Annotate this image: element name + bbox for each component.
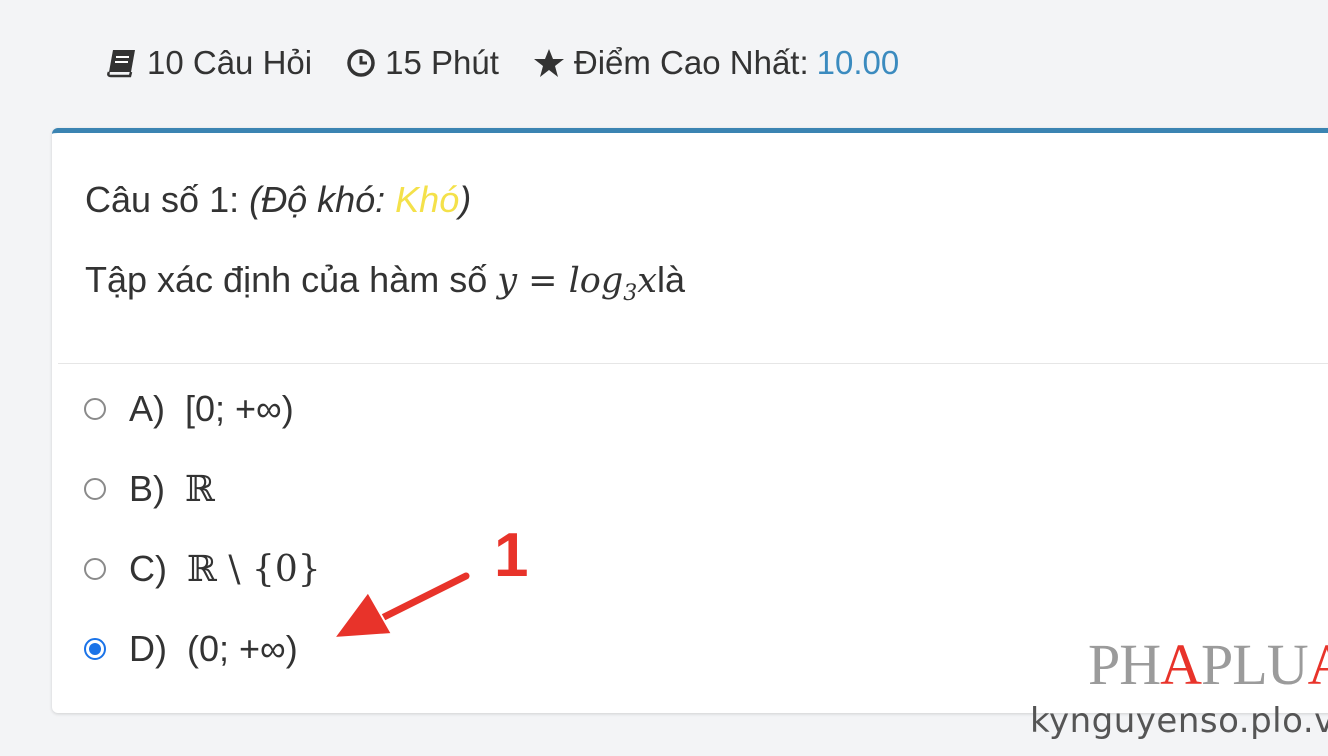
question-text-after: là (657, 259, 686, 300)
question-number: Câu số 1: (85, 179, 240, 220)
radio-d[interactable] (84, 638, 106, 660)
duration: 15 Phút (346, 44, 499, 82)
option-letter: A) (129, 388, 165, 429)
math-expression: y = log3x (497, 261, 658, 306)
best-score-label: Điểm Cao Nhất: (573, 44, 809, 81)
star-icon (533, 49, 564, 77)
question-text: Tập xác định của hàm số y = log3xlà (85, 259, 685, 306)
book-icon (107, 50, 135, 78)
option-d[interactable]: D) (0; +∞) (84, 628, 298, 670)
question-header: Câu số 1: (Độ khó: Khó) (85, 179, 471, 221)
option-a[interactable]: A) [0; +∞) (84, 388, 294, 430)
annotation-arrow-icon (331, 570, 472, 640)
radio-c[interactable] (84, 558, 106, 580)
question-count: 10 Câu Hỏi (106, 44, 312, 82)
difficulty-level: Khó (395, 179, 460, 220)
option-letter: C) (129, 548, 167, 589)
clock-icon (347, 49, 375, 77)
best-score: Điểm Cao Nhất: 10.00 (533, 44, 899, 82)
question-count-label: 10 Câu Hỏi (147, 44, 313, 81)
logo-text: PHAPLUAT (1088, 632, 1328, 697)
radio-a[interactable] (84, 398, 106, 420)
option-letter: B) (129, 468, 165, 509)
divider (58, 363, 1328, 364)
option-b[interactable]: B) ℝ (84, 468, 215, 510)
math-var: x (637, 261, 658, 301)
question-card: Câu số 1: (Độ khó: Khó) Tập xác định của… (52, 128, 1328, 713)
difficulty-prefix: (Độ khó: (249, 179, 396, 220)
option-value: ℝ (185, 468, 215, 510)
watermark-url: kynguyenso.plo.vn (1030, 701, 1328, 741)
option-letter: D) (129, 628, 167, 669)
option-value: (0; +∞) (187, 628, 298, 669)
math-subscript: 3 (623, 281, 638, 306)
radio-b[interactable] (84, 478, 106, 500)
quiz-stats-bar: 10 Câu Hỏi 15 Phút Điểm Cao Nhất: 10.00 (106, 40, 933, 86)
option-c[interactable]: C) ℝ \ {0} (84, 548, 321, 590)
phapluat-logo: PHAPLUAT (1088, 630, 1328, 700)
difficulty-suffix: ) (459, 179, 472, 220)
option-value: ℝ \ {0} (187, 548, 321, 590)
option-value: [0; +∞) (185, 388, 294, 429)
question-text-before: Tập xác định của hàm số (85, 259, 498, 300)
duration-label: 15 Phút (385, 44, 499, 81)
annotation-number: 1 (494, 521, 529, 590)
best-score-value: 10.00 (816, 44, 900, 81)
math-lhs: y = log (497, 261, 624, 301)
